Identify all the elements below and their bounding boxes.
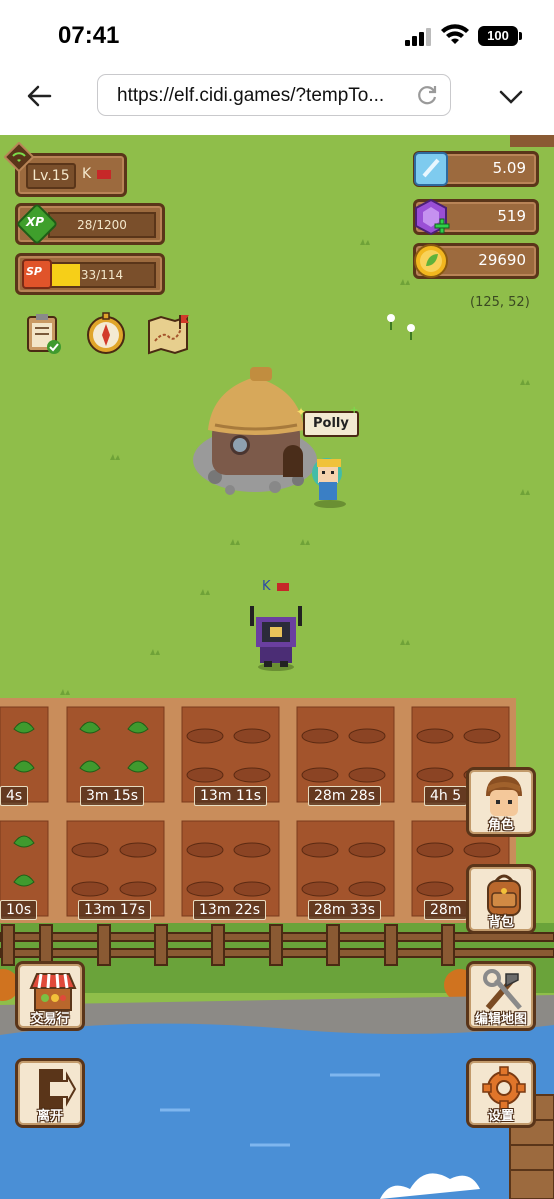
sp-value: 33/114: [80, 268, 124, 282]
flowers: [387, 314, 415, 340]
game-viewport[interactable]: Lv.15 K 28/1200 XP 33/114 SP 5.09 519 29…: [0, 135, 554, 1199]
xp-panel: 28/1200 XP: [15, 202, 165, 246]
crop-timer: 3m 15s: [80, 786, 145, 806]
coin-icon: [414, 244, 448, 278]
character-label: 角色: [487, 818, 514, 833]
back-arrow-icon[interactable]: [24, 80, 56, 112]
sp-panel: 33/114 SP: [15, 253, 165, 295]
xp-bar: 28/1200: [48, 212, 156, 238]
character-button[interactable]: 角色: [466, 767, 536, 837]
quest-clipboard-icon[interactable]: [20, 311, 66, 357]
crop-timer: 4s: [0, 786, 29, 806]
crop-timer: 28m: [424, 900, 468, 920]
settings-button[interactable]: 设置: [466, 1058, 536, 1128]
reload-icon[interactable]: [414, 82, 440, 108]
gem-panel[interactable]: 519: [413, 198, 539, 236]
wifi-icon: [441, 24, 469, 44]
exchange-label: 交易行: [30, 1012, 70, 1027]
player-robot[interactable]: [250, 606, 302, 671]
leave-button[interactable]: 离开: [15, 1058, 85, 1128]
edit-map-button[interactable]: 编辑地图: [466, 961, 536, 1031]
crystal-value: 5.09: [492, 159, 526, 177]
crystal-icon: [414, 152, 448, 186]
connection-wifi-icon: [4, 142, 34, 172]
url-text[interactable]: https://elf.cidi.games/?tempTo...: [117, 85, 417, 107]
sp-bar: 33/114: [48, 262, 156, 288]
crop-timer: 10s: [0, 900, 38, 920]
sp-icon-label: SP: [26, 265, 42, 278]
coin-panel: 29690: [413, 243, 539, 279]
status-time: 07:41: [58, 22, 120, 49]
plus-icon[interactable]: [434, 218, 450, 234]
xp-value: 28/1200: [77, 218, 127, 232]
edit-map-label: 编辑地图: [474, 1012, 527, 1027]
leave-label: 离开: [36, 1109, 63, 1124]
flag-icon: [97, 170, 111, 179]
signal-icon: [405, 28, 433, 46]
player-name: K: [82, 166, 92, 182]
farm-field[interactable]: [0, 698, 516, 923]
crystal-panel: 5.09: [413, 151, 539, 187]
crop-timer: 13m 22s: [193, 900, 267, 920]
sparkle-icon: ✦: [296, 405, 307, 419]
treasure-map-icon[interactable]: [145, 311, 191, 357]
xp-icon-label: XP: [26, 215, 45, 229]
coin-value: 29690: [478, 251, 526, 269]
player-name-tag: K: [262, 579, 271, 594]
address-bar[interactable]: https://elf.cidi.games/?tempTo...: [97, 74, 451, 116]
backpack-label: 背包: [487, 915, 514, 930]
sparkle-icon: +: [350, 405, 359, 416]
settings-label: 设置: [487, 1109, 514, 1124]
coordinates: (125, 52): [470, 295, 530, 310]
npc-polly[interactable]: [312, 458, 346, 508]
hut[interactable]: [193, 367, 317, 495]
battery-indicator: 100: [478, 26, 522, 46]
crop-timer: 13m 17s: [78, 900, 152, 920]
compass-icon[interactable]: [83, 311, 129, 357]
status-bar: 07:41 100: [0, 0, 554, 70]
browser-toolbar: https://elf.cidi.games/?tempTo...: [0, 70, 554, 135]
backpack-button[interactable]: 背包: [466, 864, 536, 934]
crop-timer: 13m 11s: [194, 786, 268, 806]
chevron-down-icon[interactable]: [497, 82, 525, 110]
crop-timer: 28m 28s: [308, 786, 382, 806]
gem-value: 519: [497, 207, 526, 225]
exchange-button[interactable]: 交易行: [15, 961, 85, 1031]
crop-timer: 28m 33s: [308, 900, 382, 920]
flag-icon: [277, 583, 289, 591]
crop-timer: 4h 5: [424, 786, 468, 806]
